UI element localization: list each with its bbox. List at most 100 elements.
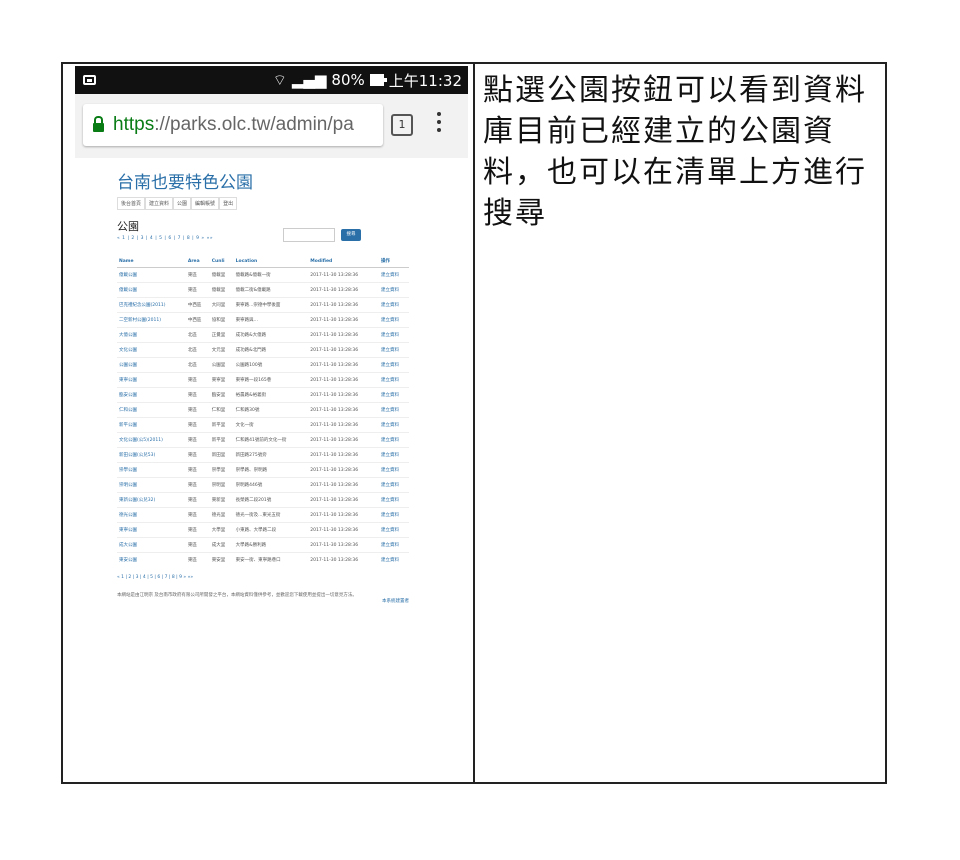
table-cell: 崇學路、崇明路 (233, 462, 309, 478)
action-link[interactable]: 建立資料 (378, 387, 409, 403)
park-name-link[interactable]: 公園公園 (117, 357, 186, 373)
action-link[interactable]: 建立資料 (378, 357, 409, 373)
table-cell: 東寧路...崇德中學後面 (233, 297, 309, 313)
table-cell: 長榮路二段201號 (233, 492, 309, 508)
table-cell: 仁和路41號前的文化一街 (233, 432, 309, 448)
table-cell: 2017-11-30 13:28:36 (308, 267, 379, 283)
park-name-link[interactable]: 崇明公園 (117, 477, 186, 493)
park-name-link[interactable]: 巴克禮紀念公園(2011) (117, 297, 186, 313)
action-link[interactable]: 建立資料 (378, 462, 409, 478)
park-name-link[interactable]: 大億公園 (117, 327, 186, 343)
action-link[interactable]: 建立資料 (378, 327, 409, 343)
tab-switcher-button[interactable]: 1 (391, 114, 413, 136)
site-title[interactable]: 台南也要特色公園 (117, 168, 468, 193)
search-button[interactable]: 搜尋 (341, 229, 361, 241)
table-cell: 東區 (185, 402, 210, 418)
overflow-menu-icon[interactable] (437, 112, 441, 136)
table-cell: 東寧路與... (233, 312, 309, 328)
image-notification-icon (83, 75, 96, 85)
nav-item-admin-home[interactable]: 後台首頁 (117, 197, 146, 210)
table-row: 德光公園 東區 德光里 德光一街及...東光五街 2017-11-30 13:28:36… (117, 507, 409, 523)
action-link[interactable]: 建立資料 (378, 492, 409, 508)
table-cell: 文化一街 (233, 417, 309, 433)
table-cell: 2017-11-30 13:28:36 (308, 402, 379, 418)
table-cell: 2017-11-30 13:28:36 (308, 387, 379, 403)
park-name-link[interactable]: 東寧公園 (117, 372, 186, 388)
table-cell: 2017-11-30 13:28:36 (308, 537, 379, 553)
lock-icon (93, 116, 104, 132)
action-link[interactable]: 建立資料 (378, 432, 409, 448)
action-link[interactable]: 建立資料 (378, 312, 409, 328)
park-name-link[interactable]: 新田公園(公兒53) (117, 447, 186, 463)
table-row: 億載公園 東區 億載里 億載路&億載一街 2017-11-30 13:28:36 建立資料 (117, 267, 409, 283)
table-cell: 2017-11-30 13:28:36 (308, 342, 379, 358)
nav-item-logout[interactable]: 登出 (219, 197, 238, 210)
park-name-link[interactable]: 文化公園(公5)(2011) (117, 432, 186, 448)
table-cell: 小東路、大學路二段 (233, 522, 309, 538)
park-name-link[interactable]: 二空新村公園(2011) (117, 312, 186, 328)
table-cell: 中西區 (185, 297, 210, 313)
table-cell: 東區 (185, 462, 210, 478)
table-cell: 億載里 (209, 267, 234, 283)
pagination-bottom[interactable]: « 1 | 2 | 3 | 4 | 5 | 6 | 7 | 8 | 9 » »» (117, 575, 468, 580)
park-name-link[interactable]: 億載公園 (117, 282, 186, 298)
action-link[interactable]: 建立資料 (378, 372, 409, 388)
park-name-link[interactable]: 億載公園 (117, 267, 186, 283)
action-link[interactable]: 建立資料 (378, 417, 409, 433)
table-cell: 2017-11-30 13:28:36 (308, 447, 379, 463)
table-cell: 東區 (185, 552, 210, 567)
site-nav: 後台首頁 建立資料 公園 編輯帳號 登出 (117, 197, 468, 210)
table-cell: 億載路&億載一街 (233, 267, 309, 283)
table-cell: 2017-11-30 13:28:36 (308, 282, 379, 298)
table-cell: 大同里 (209, 297, 234, 313)
table-cell: 東區 (185, 267, 210, 283)
table-cell: 新平里 (209, 417, 234, 433)
nav-item-create[interactable]: 建立資料 (145, 197, 174, 210)
park-name-link[interactable]: 文化公園 (117, 342, 186, 358)
footer-link[interactable]: 本系統建置者 (117, 598, 409, 604)
park-name-link[interactable]: 新平公園 (117, 417, 186, 433)
park-name-link[interactable]: 成大公園 (117, 537, 186, 553)
table-cell: 德光一街及...東光五街 (233, 507, 309, 523)
park-name-link[interactable]: 東寧公園 (117, 522, 186, 538)
table-cell: 正覺里 (209, 327, 234, 343)
action-link[interactable]: 建立資料 (378, 522, 409, 538)
action-link[interactable]: 建立資料 (378, 537, 409, 553)
table-row: 文化公園 北區 文元里 成功路&北門路 2017-11-30 13:28:36 建立資料 (117, 342, 409, 358)
table-body: 億載公園 東區 億載里 億載路&億載一街 2017-11-30 13:28:36 建立資料… (117, 267, 409, 567)
search-input[interactable] (283, 228, 335, 242)
park-name-link[interactable]: 臨安公園 (117, 387, 186, 403)
table-cell: 崇明路446號 (233, 477, 309, 493)
table-cell: 大學路&勝利路 (233, 537, 309, 553)
address-bar[interactable]: https://parks.olc.tw/admin/pa (83, 104, 383, 146)
action-link[interactable]: 建立資料 (378, 267, 409, 283)
park-name-link[interactable]: 崇學公園 (117, 462, 186, 478)
table-cell: 東寧路一段165巷 (233, 372, 309, 388)
table-cell: 2017-11-30 13:28:36 (308, 462, 379, 478)
action-link[interactable]: 建立資料 (378, 402, 409, 418)
table-cell: 北區 (185, 327, 210, 343)
action-link[interactable]: 建立資料 (378, 342, 409, 358)
park-name-link[interactable]: 東安公園 (117, 552, 186, 567)
park-name-link[interactable]: 東新公園(公兒32) (117, 492, 186, 508)
table-cell: 東區 (185, 477, 210, 493)
nav-item-account[interactable]: 編輯帳號 (191, 197, 220, 210)
action-link[interactable]: 建立資料 (378, 447, 409, 463)
table-cell: 東區 (185, 417, 210, 433)
action-link[interactable]: 建立資料 (378, 507, 409, 523)
park-name-link[interactable]: 仁和公園 (117, 402, 186, 418)
table-cell: 仁和路30號 (233, 402, 309, 418)
action-link[interactable]: 建立資料 (378, 297, 409, 313)
table-cell: 2017-11-30 13:28:36 (308, 522, 379, 538)
action-link[interactable]: 建立資料 (378, 552, 409, 567)
table-cell: 2017-11-30 13:28:36 (308, 432, 379, 448)
table-cell: 2017-11-30 13:28:36 (308, 507, 379, 523)
action-link[interactable]: 建立資料 (378, 477, 409, 493)
park-name-link[interactable]: 德光公園 (117, 507, 186, 523)
table-row: 崇明公園 東區 崇明里 崇明路446號 2017-11-30 13:28:36 建立資料 (117, 477, 409, 493)
action-link[interactable]: 建立資料 (378, 282, 409, 298)
nav-item-parks[interactable]: 公園 (173, 197, 192, 210)
table-row: 仁和公園 東區 仁和里 仁和路30號 2017-11-30 13:28:36 建立資料 (117, 402, 409, 418)
table-cell: 仁和里 (209, 402, 234, 418)
signal-icon: ▂▄▆ (291, 71, 327, 89)
